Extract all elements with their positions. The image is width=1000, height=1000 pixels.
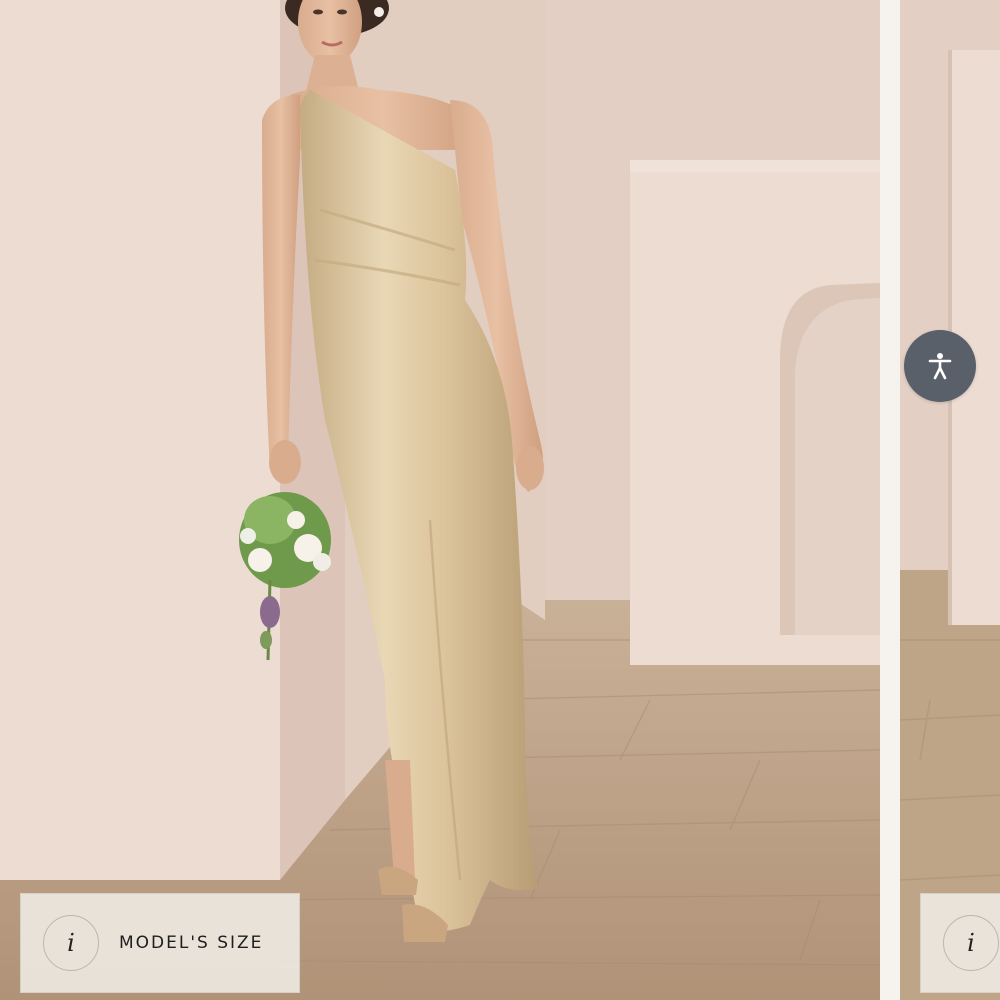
product-image-carousel[interactable]: i MODEL'S SIZE i — [0, 0, 1000, 1000]
product-image-main[interactable]: i MODEL'S SIZE — [0, 0, 880, 1000]
accessibility-button[interactable] — [904, 330, 976, 402]
models-size-button[interactable]: i MODEL'S SIZE — [20, 893, 300, 993]
carousel-slide-gap — [880, 0, 900, 1000]
models-size-label: MODEL'S SIZE — [119, 933, 264, 953]
accessibility-person-icon — [928, 353, 952, 380]
product-photo-next — [900, 0, 1000, 1000]
info-icon: i — [43, 915, 99, 971]
product-image-next[interactable]: i — [900, 0, 1000, 1000]
product-photo — [0, 0, 880, 1000]
info-icon: i — [943, 915, 999, 971]
models-size-button-next[interactable]: i — [920, 893, 1000, 993]
